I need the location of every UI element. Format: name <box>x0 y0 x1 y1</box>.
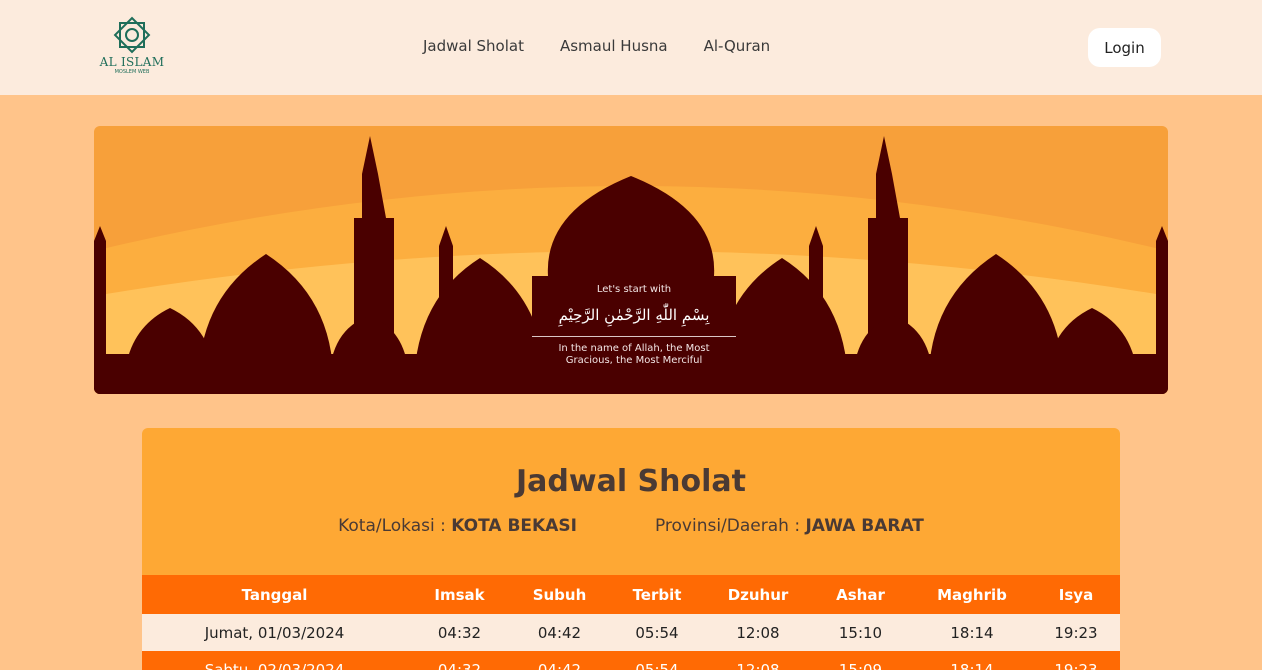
cell-ashar: 15:09 <box>838 660 883 670</box>
nav-link-jadwal-sholat[interactable]: Jadwal Sholat <box>423 37 524 55</box>
cell-dzuhur: 12:08 <box>736 623 780 642</box>
table-row: Jumat, 01/03/2024 04:32 04:42 05:54 12:0… <box>142 614 1120 651</box>
cell-isya: 19:23 <box>1054 623 1098 642</box>
location-info: Kota/Lokasi : KOTA BEKASI Provinsi/Daera… <box>142 516 1120 536</box>
cell-terbit: 05:54 <box>635 660 679 670</box>
banner-lead-text: Let's start with <box>596 284 672 295</box>
navbar: AL ISLAM MOSLEM WEB Jadwal Sholat Asmaul… <box>0 0 1262 95</box>
prayer-schedule-card: Jadwal Sholat Kota/Lokasi : KOTA BEKASI … <box>142 428 1120 670</box>
logo-title: AL ISLAM <box>99 55 165 69</box>
banner-translation-line2: Gracious, the Most Merciful <box>565 355 703 366</box>
cell-subuh: 04:42 <box>537 660 582 670</box>
banner-translation-line1: In the name of Allah, the Most <box>558 343 710 354</box>
city-value: KOTA BEKASI <box>451 516 577 536</box>
province-label: Provinsi/Daerah : <box>654 516 801 536</box>
cell-date: Sabtu, 02/03/2024 <box>204 660 345 670</box>
column-header-ashar: Ashar <box>836 585 885 604</box>
cell-maghrib: 18:14 <box>950 623 994 642</box>
city-info: Kota/Lokasi : KOTA BEKASI <box>338 516 577 536</box>
column-header-tanggal: Tanggal <box>241 585 308 604</box>
site-logo[interactable]: AL ISLAM MOSLEM WEB <box>96 14 168 80</box>
cell-ashar: 15:10 <box>838 623 883 642</box>
column-header-terbit: Terbit <box>632 585 682 604</box>
province-info: Provinsi/Daerah : JAWA BARAT <box>655 516 924 536</box>
table-row: Sabtu, 02/03/2024 04:32 04:42 05:54 12:0… <box>142 651 1120 670</box>
cell-terbit: 05:54 <box>635 623 679 642</box>
cell-isya: 19:23 <box>1054 660 1098 670</box>
cell-imsak: 04:32 <box>437 623 482 642</box>
table-header-row: Tanggal Imsak Subuh Terbit Dzuhur Ashar … <box>142 575 1120 614</box>
nav-link-asmaul-husna[interactable]: Asmaul Husna <box>560 37 668 55</box>
nav-menu: Jadwal Sholat Asmaul Husna Al-Quran <box>423 37 770 55</box>
province-value: JAWA BARAT <box>805 516 924 536</box>
hero-banner: Let's start with بِسْمِ اللّٰهِ الرَّحْم… <box>94 126 1168 394</box>
column-header-isya: Isya <box>1058 585 1094 604</box>
column-header-dzuhur: Dzuhur <box>727 585 789 604</box>
bismillah-block: Let's start with بِسْمِ اللّٰهِ الرَّحْم… <box>532 284 736 367</box>
logo-emblem-icon <box>113 16 151 54</box>
schedule-title: Jadwal Sholat <box>515 464 746 499</box>
login-button[interactable]: Login <box>1088 28 1161 67</box>
cell-dzuhur: 12:08 <box>736 660 780 670</box>
column-header-imsak: Imsak <box>434 585 485 604</box>
nav-link-al-quran[interactable]: Al-Quran <box>704 37 771 55</box>
column-header-subuh: Subuh <box>532 585 587 604</box>
cell-imsak: 04:32 <box>437 660 482 670</box>
bismillah-arabic: بِسْمِ اللّٰهِ الرَّحْمٰنِ الرَّحِيْمِ <box>558 306 710 324</box>
cell-date: Jumat, 01/03/2024 <box>204 623 345 642</box>
city-label: Kota/Lokasi : <box>338 516 446 536</box>
prayer-times-table: Tanggal Imsak Subuh Terbit Dzuhur Ashar … <box>142 575 1120 670</box>
cell-subuh: 04:42 <box>537 623 582 642</box>
cell-maghrib: 18:14 <box>950 660 994 670</box>
banner-divider <box>532 336 736 337</box>
column-header-maghrib: Maghrib <box>937 585 1007 604</box>
logo-subtitle: MOSLEM WEB <box>114 69 150 75</box>
